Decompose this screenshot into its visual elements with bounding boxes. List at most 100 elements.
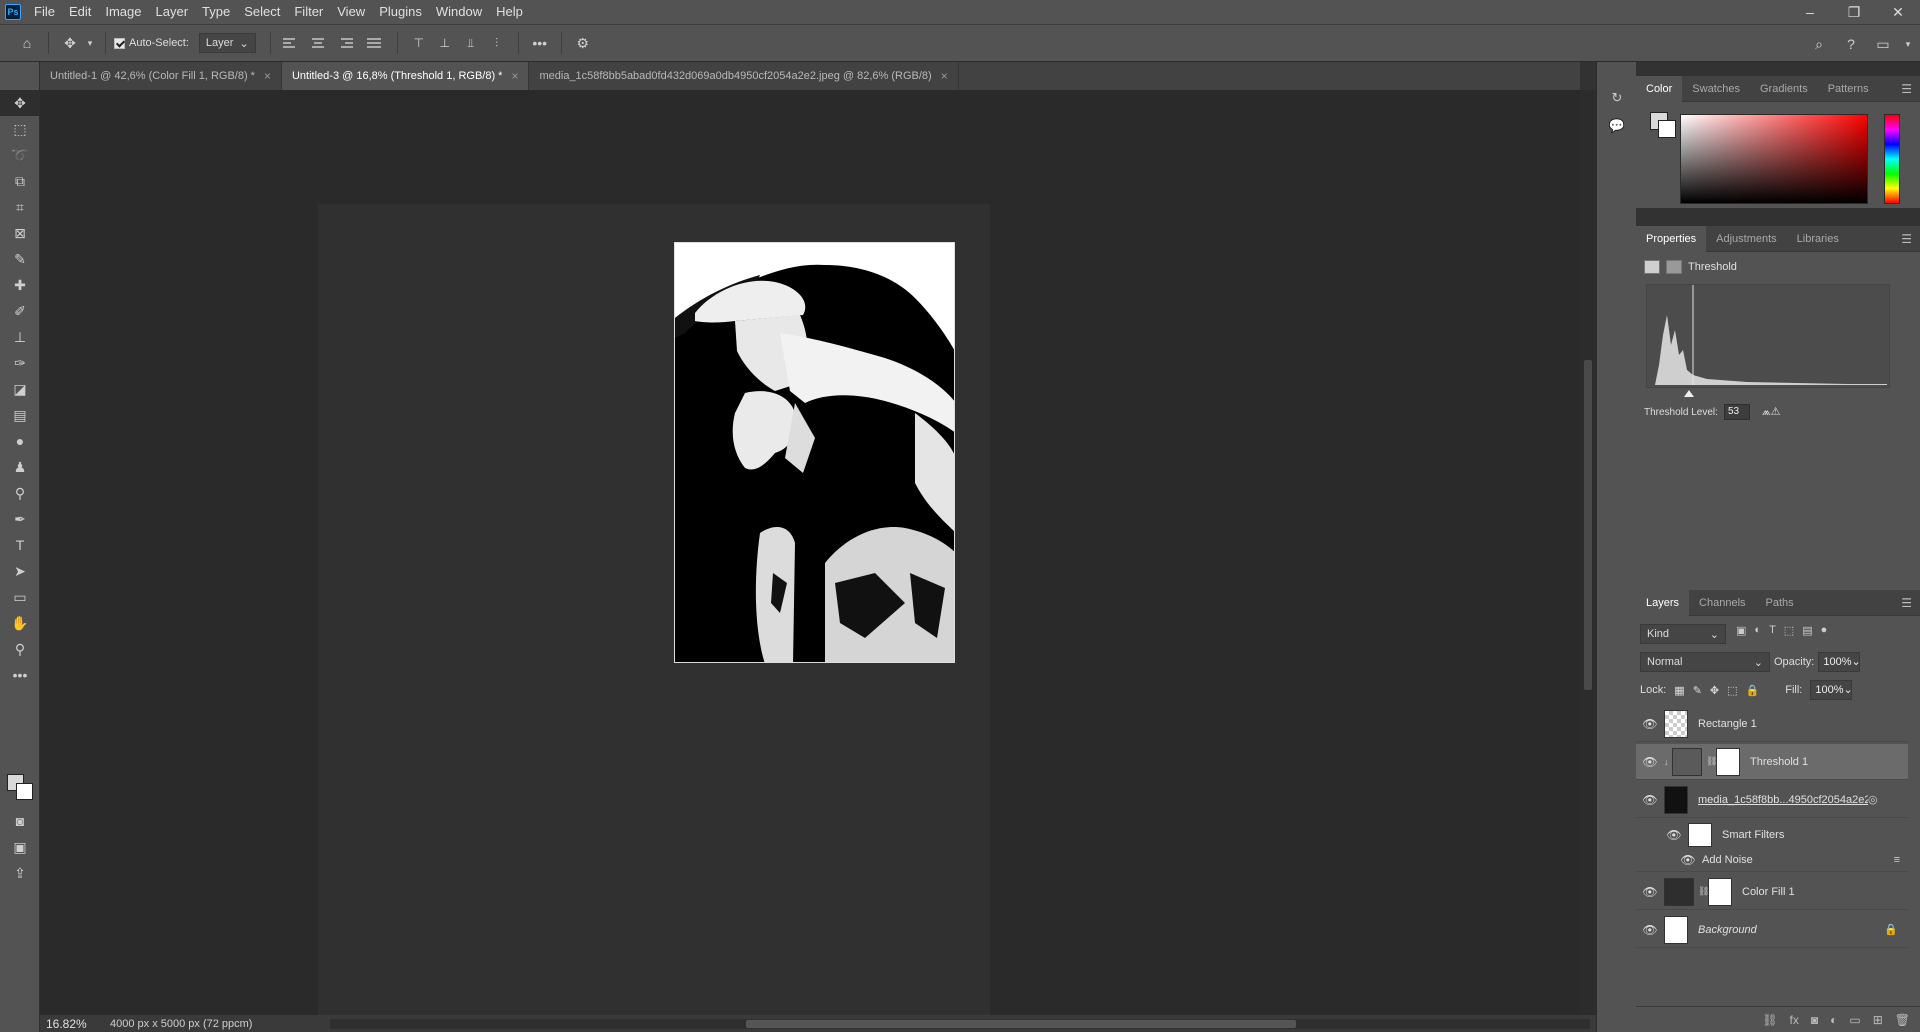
panel-menu-icon[interactable]: ☰ xyxy=(1901,82,1912,96)
menu-view[interactable]: View xyxy=(330,0,372,24)
align-top-icon[interactable]: ⊤ xyxy=(406,30,432,56)
visibility-eye-icon[interactable]: 👁 xyxy=(1636,885,1664,899)
color-picker-field[interactable] xyxy=(1680,114,1868,204)
more-options-icon[interactable]: ••• xyxy=(527,30,553,56)
brush-tool-icon[interactable]: ✐ xyxy=(0,298,40,324)
threshold-slider-handle[interactable] xyxy=(1684,390,1694,397)
vertical-scrollbar[interactable] xyxy=(1580,90,1596,1015)
close-icon[interactable]: × xyxy=(264,69,271,83)
new-layer-icon[interactable]: ⊞ xyxy=(1873,1013,1883,1027)
help-icon[interactable]: ? xyxy=(1838,31,1864,57)
gradient-tool-icon[interactable]: ▤ xyxy=(0,402,40,428)
frame-tool-icon[interactable]: ⊠ xyxy=(0,220,40,246)
crop-tool-icon[interactable]: ⌗ xyxy=(0,194,40,220)
rectangle-tool-icon[interactable]: ▭ xyxy=(0,584,40,610)
move-tool-icon[interactable]: ✥ xyxy=(57,30,83,56)
layer-row[interactable]: 👁 Rectangle 1 xyxy=(1636,706,1908,742)
threshold-image[interactable] xyxy=(674,242,955,663)
tab-untitled-3[interactable]: Untitled-3 @ 16,8% (Threshold 1, RGB/8) … xyxy=(281,62,530,90)
stamp-tool-icon[interactable]: ⊥ xyxy=(0,324,40,350)
opacity-input[interactable]: 100% ⌄ xyxy=(1818,652,1861,672)
menu-filter[interactable]: Filter xyxy=(287,0,330,24)
panel-menu-icon[interactable]: ☰ xyxy=(1901,232,1912,246)
tab-paths[interactable]: Paths xyxy=(1756,590,1804,616)
menu-edit[interactable]: Edit xyxy=(62,0,98,24)
object-select-tool-icon[interactable]: ⧉ xyxy=(0,168,40,194)
threshold-level-input[interactable]: 53 xyxy=(1723,404,1750,420)
threshold-adjustment-icon[interactable] xyxy=(1644,260,1660,274)
menu-image[interactable]: Image xyxy=(98,0,148,24)
visibility-eye-icon[interactable]: 👁 xyxy=(1636,717,1664,731)
panel-menu-icon[interactable]: ☰ xyxy=(1901,596,1912,610)
smart-object-icon[interactable]: ◎ xyxy=(1868,793,1878,806)
type-filter-icon[interactable]: T xyxy=(1769,624,1776,637)
tab-properties[interactable]: Properties xyxy=(1636,225,1707,252)
screen-mode-icon[interactable]: ▣ xyxy=(0,834,40,860)
minimize-button[interactable]: – xyxy=(1788,0,1832,24)
align-bottom-icon[interactable]: ⫫ xyxy=(458,30,484,56)
visibility-eye-icon[interactable]: 👁 xyxy=(1636,793,1664,807)
hue-slider[interactable] xyxy=(1884,114,1900,204)
lock-all-icon[interactable]: 🔒 xyxy=(1746,684,1760,697)
lock-artboard-icon[interactable]: ⬚ xyxy=(1727,684,1737,697)
share-icon[interactable]: ⇪ xyxy=(0,860,40,886)
lock-position-icon[interactable]: ✥ xyxy=(1710,684,1719,697)
lock-image-icon[interactable]: ✎ xyxy=(1693,684,1702,697)
filter-row[interactable]: 👁 Add Noise ≡ xyxy=(1636,848,1908,872)
chevron-down-icon[interactable]: ▾ xyxy=(83,30,97,56)
lock-transparent-icon[interactable]: ▦ xyxy=(1674,684,1684,697)
history-panel-icon[interactable]: ↻ xyxy=(1597,84,1637,112)
zoom-level[interactable]: 16.82% xyxy=(40,1017,96,1031)
layer-row[interactable]: 👁 ⛓ Color Fill 1 xyxy=(1636,874,1908,910)
layer-row[interactable]: 👁 Background 🔒 xyxy=(1636,912,1908,948)
blur-tool-icon[interactable]: ● xyxy=(0,428,40,454)
dodge-tool-icon[interactable]: ♟ xyxy=(0,454,40,480)
horizontal-scrollbar[interactable] xyxy=(330,1019,1590,1029)
type-tool-icon[interactable]: T xyxy=(0,532,40,558)
layer-filter-kind[interactable]: Kind ⌄ xyxy=(1640,624,1726,644)
layer-row-selected[interactable]: 👁 ↓ ⛓ Threshold 1 xyxy=(1636,744,1908,780)
vertical-scroll-thumb[interactable] xyxy=(1584,360,1592,690)
move-tool-icon[interactable]: ✥ xyxy=(0,90,40,116)
home-icon[interactable]: ⌂ xyxy=(14,30,40,56)
eyedropper-tool-icon[interactable]: ✎ xyxy=(0,246,40,272)
chevron-down-icon[interactable]: ▾ xyxy=(1902,31,1914,57)
pixel-filter-icon[interactable]: ▣ xyxy=(1736,624,1746,637)
filter-options-icon[interactable]: ≡ xyxy=(1894,854,1900,866)
mask-icon[interactable] xyxy=(1666,260,1682,274)
tab-gradients[interactable]: Gradients xyxy=(1750,76,1818,102)
close-icon[interactable]: × xyxy=(941,69,948,83)
blend-mode-dropdown[interactable]: Normal ⌄ xyxy=(1640,652,1770,672)
layer-row[interactable]: 👁 media_1c58f8bb...4950cf2054a2e2... ◎ xyxy=(1636,782,1908,818)
adjustment-filter-icon[interactable]: ◐ xyxy=(1754,624,1761,637)
tab-untitled-1[interactable]: Untitled-1 @ 42,6% (Color Fill 1, RGB/8)… xyxy=(40,62,282,90)
add-mask-icon[interactable]: ◙ xyxy=(1811,1013,1818,1027)
smart-object-filter-icon[interactable]: ▤ xyxy=(1802,624,1812,637)
close-button[interactable]: ✕ xyxy=(1876,0,1920,24)
smart-filters-row[interactable]: 👁 Smart Filters xyxy=(1636,820,1908,850)
filter-toggle-icon[interactable]: ● xyxy=(1821,624,1828,637)
visibility-eye-icon[interactable]: 👁 xyxy=(1660,828,1688,842)
link-layers-icon[interactable]: ⛓ xyxy=(1762,1013,1777,1027)
tab-adjustments[interactable]: Adjustments xyxy=(1706,226,1787,252)
more-tools-icon[interactable]: ••• xyxy=(0,662,40,688)
close-icon[interactable]: × xyxy=(511,69,518,83)
shape-filter-icon[interactable]: ⬚ xyxy=(1784,624,1794,637)
adjustment-layer-icon[interactable]: ◐ xyxy=(1830,1013,1837,1027)
visibility-eye-icon[interactable]: 👁 xyxy=(1680,853,1696,867)
comments-panel-icon[interactable]: 💬 xyxy=(1597,112,1637,140)
visibility-eye-icon[interactable]: 👁 xyxy=(1636,755,1664,769)
eraser-tool-icon[interactable]: ◪ xyxy=(0,376,40,402)
distribute-icon[interactable] xyxy=(366,34,385,52)
menu-file[interactable]: File xyxy=(27,0,62,24)
menu-select[interactable]: Select xyxy=(237,0,287,24)
healing-brush-icon[interactable]: ✚ xyxy=(0,272,40,298)
align-center-icon[interactable] xyxy=(309,34,327,52)
group-folder-icon[interactable]: ▭ xyxy=(1849,1013,1860,1027)
trash-icon[interactable]: 🗑 xyxy=(1895,1013,1910,1027)
horizontal-scroll-thumb[interactable] xyxy=(746,1020,1296,1028)
menu-help[interactable]: Help xyxy=(489,0,530,24)
auto-select-dropdown[interactable]: Layer ⌄ xyxy=(198,33,256,53)
hand-tool-icon[interactable]: ✋ xyxy=(0,610,40,636)
align-right-icon[interactable] xyxy=(335,34,353,52)
